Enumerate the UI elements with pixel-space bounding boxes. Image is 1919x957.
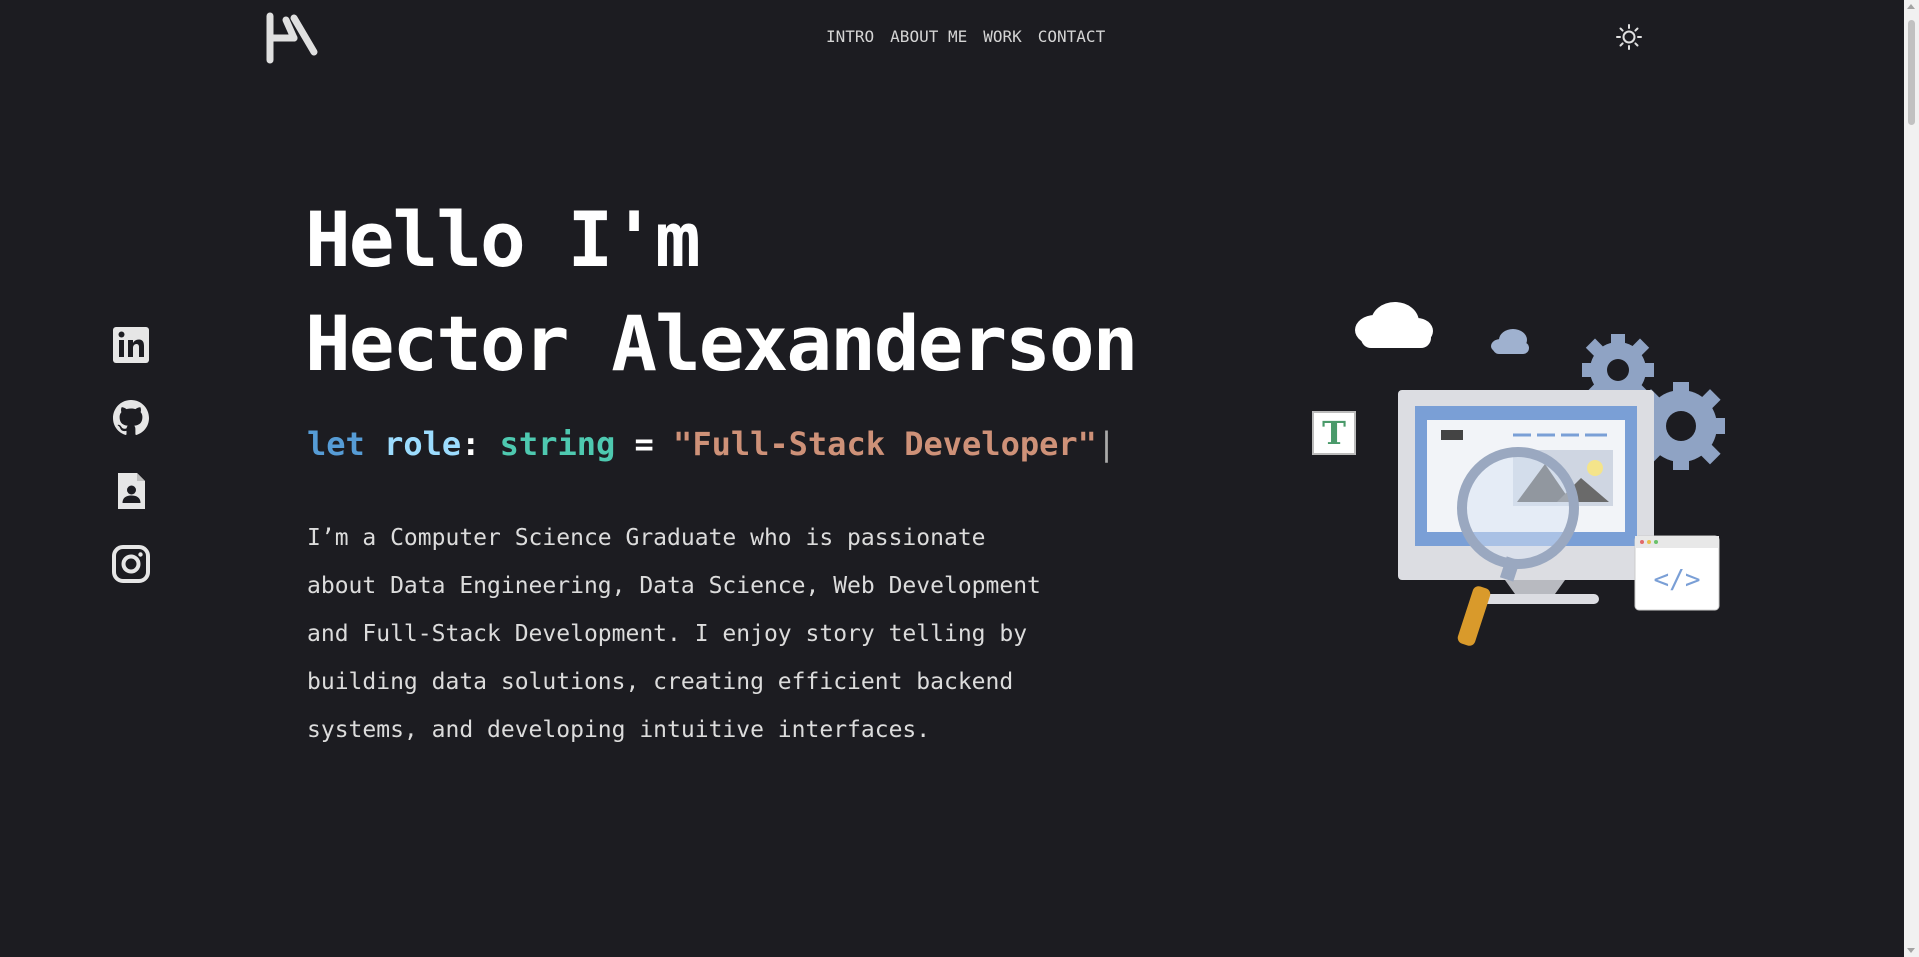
github-icon[interactable] [111, 398, 151, 438]
nav-work[interactable]: WORK [983, 27, 1022, 46]
resume-icon[interactable] [111, 471, 151, 511]
role-keyword: let [307, 425, 365, 463]
linkedin-icon[interactable] [111, 325, 151, 365]
hero-title-line1: Hello I'm [305, 195, 701, 284]
hero-title: Hello I'm Hector Alexanderson [305, 188, 1138, 396]
cloud-icon [1355, 302, 1433, 348]
small-cloud-icon [1491, 329, 1529, 354]
instagram-icon[interactable] [111, 544, 151, 584]
nav-contact[interactable]: CONTACT [1038, 27, 1105, 46]
role-code-line: let role: string = "Full-Stack Developer… [307, 425, 1116, 463]
hero-title-line2: Hector Alexanderson [305, 299, 1138, 388]
nav-about-me[interactable]: ABOUT ME [890, 27, 967, 46]
role-equals: = [634, 425, 654, 463]
role-value: "Full-Stack Developer" [673, 425, 1097, 463]
scroll-thumb[interactable] [1908, 20, 1915, 125]
main-nav: INTRO ABOUT ME WORK CONTACT [826, 27, 1121, 46]
code-window-icon: </> [1634, 535, 1720, 611]
scroll-down-arrow-icon[interactable] [1907, 948, 1915, 953]
nav-intro[interactable]: INTRO [826, 27, 874, 46]
text-tool-icon: T [1312, 411, 1356, 455]
role-type: string [499, 425, 616, 463]
page-scrollbar[interactable] [1904, 0, 1919, 957]
developer-illustration: T </> [1312, 302, 1725, 646]
ha-logo[interactable] [262, 12, 320, 64]
role-colon: : [461, 425, 481, 463]
magnifier-icon [1457, 447, 1579, 646]
svg-text:T: T [1322, 414, 1346, 452]
social-links [111, 325, 151, 617]
bio-text: I’m a Computer Science Graduate who is p… [307, 525, 1041, 743]
typing-cursor: | [1096, 425, 1117, 463]
svg-text:</>: </> [1654, 565, 1701, 595]
sun-icon[interactable] [1615, 23, 1643, 51]
role-variable: role [384, 425, 462, 463]
scroll-up-arrow-icon[interactable] [1907, 4, 1915, 9]
